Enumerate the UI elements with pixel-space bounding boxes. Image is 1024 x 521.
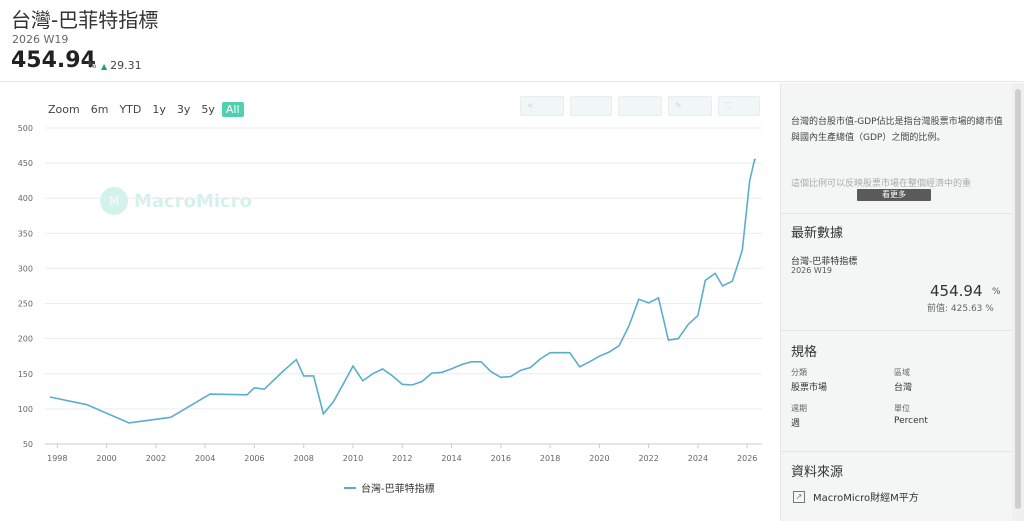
section-divider: [780, 451, 1012, 452]
range-selector: Zoom 6m YTD 1y 3y 5y All: [44, 102, 247, 117]
y-tick-label: 350: [18, 229, 33, 238]
expand-icon: ⛶: [725, 101, 731, 110]
y-tick-label: 50: [23, 440, 33, 449]
unit-value: Percent: [894, 416, 928, 426]
x-tick-label: 2014: [441, 454, 461, 463]
frequency-label: 週期: [791, 404, 807, 413]
y-tick-label: 200: [18, 335, 33, 344]
read-more-button[interactable]: 看更多: [857, 189, 931, 201]
x-tick-label: 2006: [244, 454, 264, 463]
source-link[interactable]: ↗ MacroMicro財經M平方: [793, 489, 919, 504]
previous-unit: %: [985, 304, 994, 314]
category-value: 股票市場: [791, 383, 828, 393]
latest-data-title: 最新數據: [791, 226, 844, 241]
x-tick-label: 2020: [589, 454, 609, 463]
category-label: 分類: [791, 368, 807, 377]
legend-swatch: [344, 486, 356, 489]
description-text: 台灣的台股市值-GDP佔比是指台灣股票市場的總市值與國內生產總值（GDP）之間的…: [791, 117, 1003, 143]
x-tick-label: 2002: [146, 454, 166, 463]
x-tick-label: 1998: [47, 454, 67, 463]
previous-number: 425.63: [950, 304, 983, 314]
tool-button-1[interactable]: [570, 96, 612, 116]
range-1y-button[interactable]: 1y: [148, 102, 170, 117]
latest-unit: %: [88, 61, 97, 71]
x-tick-label: 2024: [688, 454, 708, 463]
region-label: 區域: [894, 368, 910, 377]
x-tick-label: 2008: [294, 454, 314, 463]
chart-toolbar: < ✎ ⛶: [520, 96, 760, 116]
source-name: MacroMicro財經M平方: [813, 493, 919, 504]
range-3y-button[interactable]: 3y: [173, 102, 195, 117]
range-zoom-label: Zoom: [48, 103, 80, 116]
share-icon: <: [527, 101, 534, 110]
range-all-button[interactable]: All: [221, 102, 244, 117]
range-ytd-button[interactable]: YTD: [115, 102, 145, 117]
y-tick-label: 100: [18, 405, 33, 414]
page-title: 台灣-巴菲特指標: [11, 8, 159, 32]
spec-title: 規格: [791, 345, 818, 360]
header: 台灣-巴菲特指標 2026 W19 454.94 % ▲ 29.31: [0, 0, 1024, 82]
x-tick-label: 2016: [491, 454, 511, 463]
x-tick-label: 2026: [737, 454, 757, 463]
sidebar-scrollbar[interactable]: [1012, 83, 1024, 521]
x-tick-label: 2012: [392, 454, 412, 463]
sidebar-latest-unit: %: [992, 287, 1001, 297]
unit-label: 單位: [894, 404, 910, 413]
sidebar-latest-value: 454.94: [930, 282, 983, 300]
source-title: 資料來源: [791, 465, 844, 480]
latest-series-period: 2026 W19: [791, 266, 832, 275]
external-link-icon: ↗: [793, 490, 805, 503]
section-divider: [780, 330, 1012, 331]
section-divider: [780, 213, 1012, 214]
edit-button[interactable]: ✎: [668, 96, 712, 116]
y-tick-label: 400: [18, 194, 33, 203]
line-chart: 50 100 150 200 250 300 350 400 450 500 1998 2000 200…: [18, 124, 762, 463]
previous-value: 前值: 425.63 %: [927, 301, 994, 314]
region-value: 台灣: [894, 383, 913, 393]
range-5y-button[interactable]: 5y: [197, 102, 219, 117]
previous-label: 前值:: [927, 304, 949, 314]
y-tick-label: 500: [18, 124, 33, 133]
x-tick-label: 2004: [195, 454, 215, 463]
share-button[interactable]: <: [520, 96, 564, 116]
x-tick-label: 2010: [343, 454, 363, 463]
latest-value: 454.94: [11, 48, 96, 73]
y-tick-label: 450: [18, 159, 33, 168]
description-more-text: 這個比例可以反映股票市場在整個經濟中的重: [791, 179, 972, 189]
x-tick-label: 2018: [540, 454, 560, 463]
period-label: 2026 W19: [12, 33, 69, 46]
tool-button-2[interactable]: [618, 96, 662, 116]
expand-button[interactable]: ⛶: [718, 96, 760, 116]
chart-legend[interactable]: 台灣-巴菲特指標: [344, 480, 435, 495]
pencil-icon: ✎: [675, 101, 682, 110]
legend-label: 台灣-巴菲特指標: [361, 484, 435, 495]
y-tick-label: 250: [18, 300, 33, 309]
y-tick-label: 300: [18, 264, 33, 273]
scrollbar-thumb[interactable]: [1015, 89, 1021, 509]
y-tick-label: 150: [18, 370, 33, 379]
change-text: 29.31: [110, 59, 142, 72]
change-value: ▲ 29.31: [101, 59, 142, 72]
up-arrow-icon: ▲: [101, 62, 108, 71]
x-tick-label: 2000: [96, 454, 116, 463]
range-6m-button[interactable]: 6m: [87, 102, 113, 117]
series-line: [49, 158, 756, 424]
frequency-value: 週: [791, 419, 801, 429]
x-tick-label: 2022: [638, 454, 658, 463]
